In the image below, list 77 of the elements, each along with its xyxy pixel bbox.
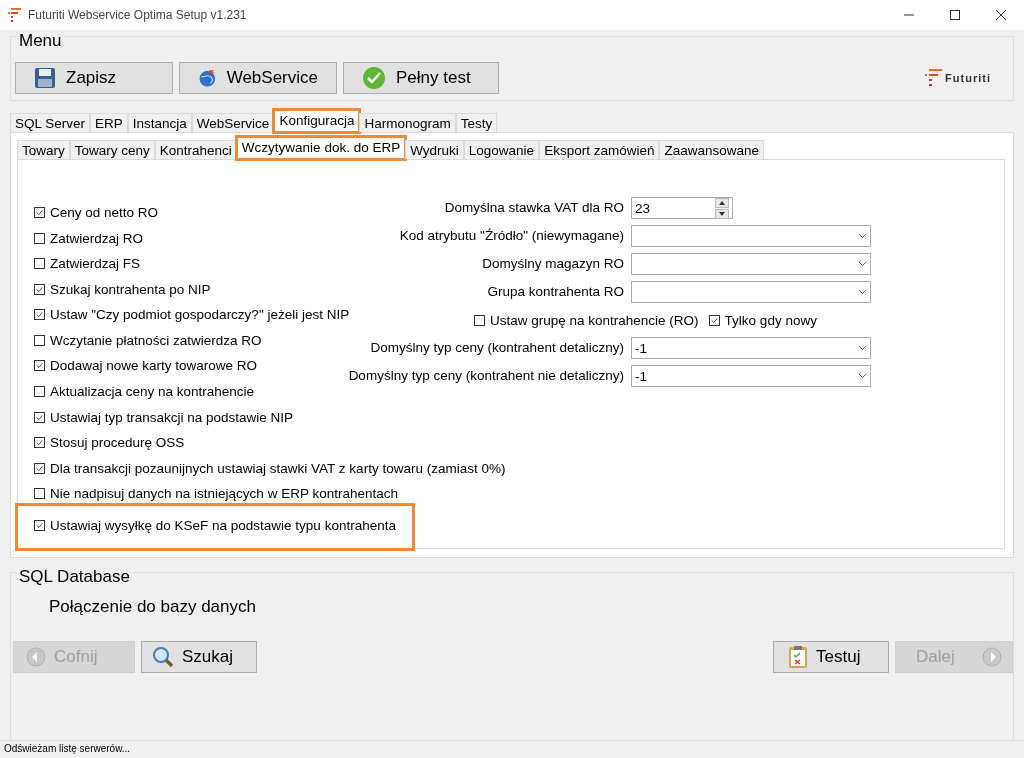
checkbox-label: Zatwierdzaj RO	[50, 230, 144, 246]
tab[interactable]: WebService	[191, 113, 275, 132]
checkbox-label: Ustaw grupę na kontrahencie (RO)	[490, 312, 699, 328]
nav-button[interactable]: Testuj	[773, 641, 889, 673]
tab[interactable]: Harmonogram	[359, 113, 456, 132]
field-label: Domyślny typ ceny (kontrahent detaliczny)	[369, 339, 624, 357]
checkbox[interactable]	[34, 232, 45, 244]
spin-field[interactable]: 23	[631, 197, 733, 219]
checkbox[interactable]	[34, 411, 45, 423]
tab[interactable]: Kontrahenci	[154, 140, 237, 159]
checkbox[interactable]	[708, 314, 720, 326]
tab[interactable]: Towary ceny	[69, 140, 155, 159]
checkbox-label: Dodawaj nowe karty towarowe RO	[50, 358, 258, 374]
checkbox-label: Szukaj kontrahenta po NIP	[50, 281, 211, 297]
triangle-down-icon	[719, 211, 725, 216]
checkbox-label: Ustawiaj typ transakcji na podstawie NIP	[50, 409, 294, 425]
checkbox[interactable]	[34, 283, 45, 295]
dropdown[interactable]: -1	[631, 365, 871, 387]
checkbox-label: Wczytanie płatności zatwierdza RO	[50, 332, 262, 348]
chevron-down-icon	[858, 345, 867, 351]
tab[interactable]: Logowanie	[463, 140, 540, 159]
chevron-down-icon	[858, 373, 867, 379]
toolbar-button[interactable]: WebService	[179, 62, 337, 94]
chevron-down-icon	[858, 289, 867, 295]
field-label: Domyślny typ ceny (kontrahent nie detaliczny)	[347, 367, 624, 385]
checkbox[interactable]	[34, 519, 45, 531]
dropdown[interactable]: -1	[631, 337, 871, 359]
checkbox-label: Stosuj procedurę OSS	[50, 435, 185, 451]
checkbox[interactable]	[34, 207, 45, 219]
checkbox[interactable]	[34, 437, 45, 449]
spin-down-button[interactable]	[715, 208, 729, 219]
checkbox-label: Zatwierdzaj FS	[50, 256, 141, 272]
check-circle-icon	[362, 66, 386, 90]
checkbox[interactable]	[34, 258, 45, 270]
checkbox[interactable]	[34, 334, 45, 346]
checkbox-label: Tylko gdy nowy	[724, 312, 817, 328]
checkbox-label: Dla transakcji pozaunijnych ustawiaj stawki VAT z karty towaru (zamiast 0%)	[50, 460, 506, 476]
checkbox[interactable]	[34, 360, 45, 372]
tab[interactable]: Towary	[17, 140, 70, 159]
chevron-down-icon	[858, 261, 867, 267]
nav-button[interactable]: Szukaj	[141, 641, 257, 673]
checkbox[interactable]	[34, 462, 45, 474]
window-title: Futuriti Webservice Optima Setup v1.231	[28, 8, 247, 22]
tab[interactable]: Wydruki	[405, 140, 464, 159]
field-label: Kod atrybutu "Źródło" (niewymagane)	[398, 227, 624, 245]
clipboard-icon	[788, 645, 808, 669]
checkbox[interactable]	[34, 488, 45, 500]
app-logo-icon	[8, 7, 22, 23]
checkbox-label: Nie nadpisuj danych na istniejących w ERP kontrahentach	[50, 486, 398, 502]
triangle-up-icon	[719, 200, 725, 205]
tab[interactable]: Instancja	[127, 113, 192, 132]
logo-icon	[925, 68, 944, 88]
checkbox[interactable]	[34, 309, 45, 321]
connection-label: Połączenie do bazy danych	[49, 597, 256, 617]
tab[interactable]: Konfiguracja	[274, 110, 360, 132]
checkbox[interactable]	[474, 314, 485, 326]
magnifier-icon	[152, 646, 174, 668]
checkbox-label: Ustaw "Czy podmiot gospodarczy?" jeżeli jest NIP	[50, 307, 350, 323]
tab[interactable]: Testy	[455, 113, 498, 132]
field-label: Grupa kontrahenta RO	[486, 283, 624, 301]
field-label: Domyślna stawka VAT dla RO	[443, 199, 624, 217]
checkbox-label: Ustawiaj wysyłkę do KSeF na podstawie typu kontrahenta	[50, 517, 396, 533]
logo-text: Futuriti	[945, 72, 991, 84]
spin-up-button[interactable]	[715, 197, 729, 208]
tab[interactable]: ERP	[90, 113, 128, 132]
toolbar-button[interactable]: Zapisz	[15, 62, 173, 94]
tab[interactable]: Eksport zamówień	[539, 140, 660, 159]
checkbox[interactable]	[34, 386, 45, 397]
chevron-down-icon	[858, 233, 867, 239]
tab[interactable]: Wczytywanie dok. do ERP	[236, 137, 406, 159]
field-label: Domyślny magazyn RO	[481, 255, 624, 273]
tab[interactable]: Zaawansowane	[659, 140, 764, 159]
group-title: SQL Database	[17, 567, 132, 587]
tab[interactable]: SQL Server	[10, 113, 91, 132]
checkbox-label: Aktualizacja ceny na kontrahencie	[50, 384, 255, 399]
checkbox-label: Ceny od netto RO	[50, 205, 159, 221]
toolbar-button[interactable]: Pełny test	[343, 62, 499, 94]
